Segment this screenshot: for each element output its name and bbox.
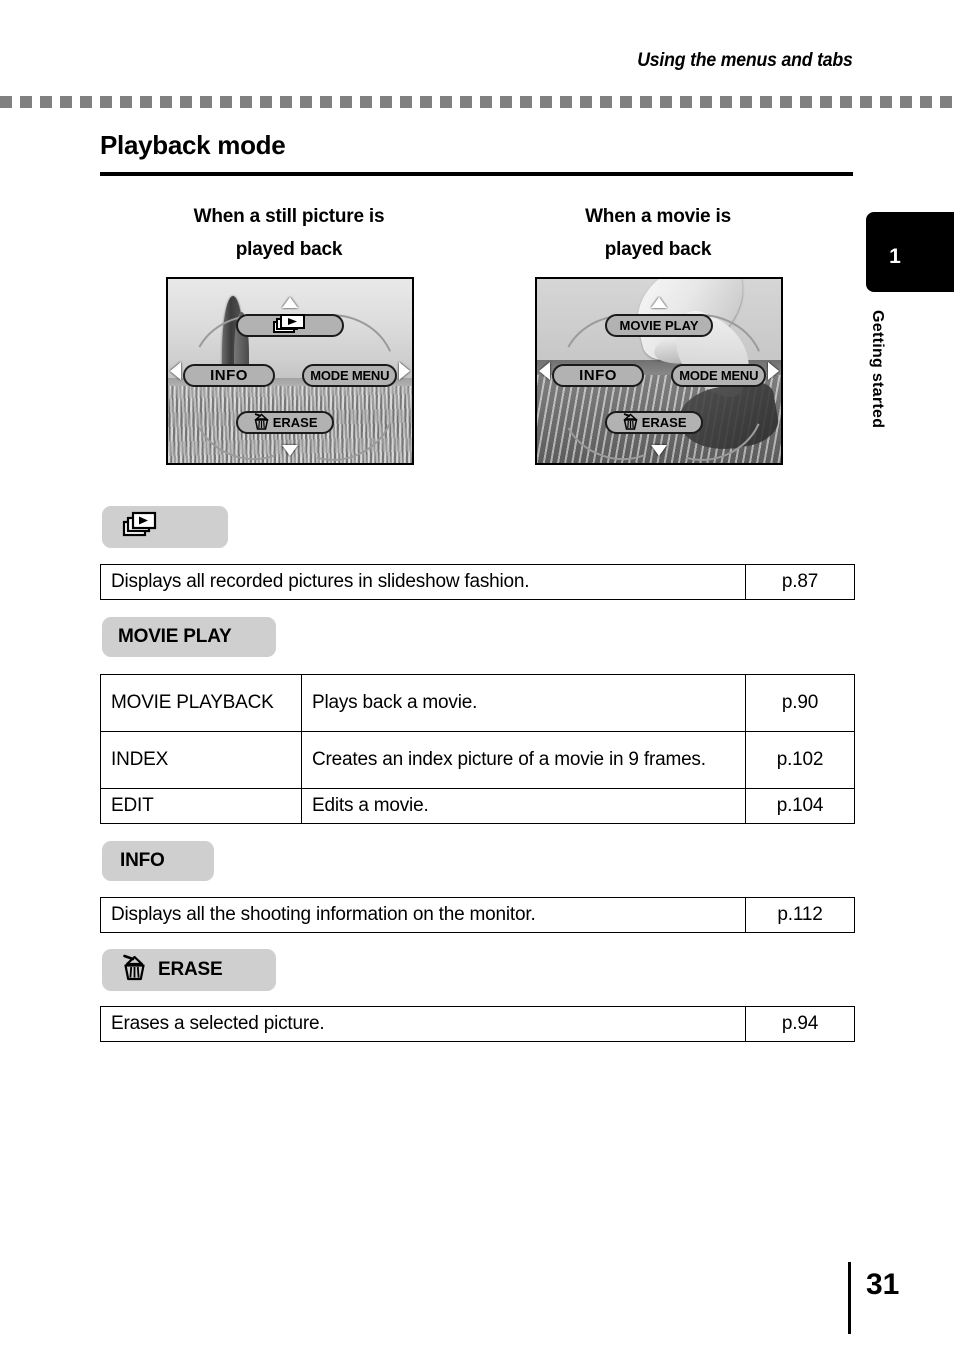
erase-section-badge-label: ERASE [158, 959, 223, 980]
still-lcd-info-label: INFO [210, 366, 248, 384]
chapter-tab-label: Getting started [869, 310, 886, 429]
page-title: Playback mode [100, 130, 286, 160]
movie-lcd-mode-menu-button[interactable]: MODE MENU [671, 363, 767, 387]
title-underline [100, 172, 853, 176]
movie-screen-caption-line1: When a movie is [585, 206, 731, 227]
movie-playback-page-cell[interactable]: p.90 [745, 674, 855, 732]
slideshow-page-cell[interactable]: p.87 [745, 564, 855, 600]
running-head: Using the menus and tabs [637, 50, 854, 71]
table-row: INDEX Creates an index picture of a movi… [100, 731, 855, 789]
info-table: Displays all the shooting information on… [100, 897, 855, 933]
edit-name-cell: EDIT [100, 788, 302, 824]
still-lcd-erase-button[interactable]: ERASE [236, 411, 334, 435]
table-row: EDIT Edits a movie. p.104 [100, 788, 855, 824]
movie-lcd-erase-label: ERASE [641, 415, 687, 431]
still-lcd-mode-menu-button[interactable]: MODE MENU [302, 363, 398, 387]
index-page-cell[interactable]: p.102 [745, 731, 855, 789]
still-lcd-mode-menu-label: MODE MENU [310, 367, 390, 383]
erase-page-cell[interactable]: p.94 [745, 1006, 855, 1042]
info-section-badge-label: INFO [120, 850, 165, 871]
edit-page-cell[interactable]: p.104 [745, 788, 855, 824]
dpad-left-arrow-icon [170, 362, 182, 380]
info-page-cell[interactable]: p.112 [745, 897, 855, 933]
dpad-up-arrow-icon [282, 297, 298, 309]
movie-lcd-info-label: INFO [579, 366, 617, 384]
table-row: Displays all recorded pictures in slides… [100, 564, 855, 600]
footer-rule [848, 1262, 851, 1334]
info-desc-cell: Displays all the shooting information on… [100, 897, 746, 933]
movie-lcd-mode-menu-label: MODE MENU [679, 367, 759, 383]
movie-playback-name-cell: MOVIE PLAYBACK [100, 674, 302, 732]
erase-trash-icon [122, 953, 148, 987]
slideshow-icon [272, 314, 307, 336]
slideshow-icon [122, 510, 158, 544]
slideshow-section-badge [102, 506, 228, 548]
table-row: MOVIE PLAYBACK Plays back a movie. p.90 [100, 674, 855, 732]
chapter-tab-number: 1 [889, 245, 901, 268]
erase-section-badge: ERASE [102, 949, 276, 991]
dpad-left-arrow-icon [539, 362, 551, 380]
edit-desc-cell: Edits a movie. [301, 788, 746, 824]
still-screen-caption-line2: played back [235, 239, 343, 260]
index-name-cell: INDEX [100, 731, 302, 789]
index-desc-cell: Creates an index picture of a movie in 9… [301, 731, 746, 789]
still-screen-caption-line1: When a still picture is [193, 206, 385, 227]
dpad-right-arrow-icon [398, 362, 410, 380]
movie-lcd-screen: MOVIE PLAY INFO MODE MENU ERASE [535, 277, 783, 465]
erase-table: Erases a selected picture. p.94 [100, 1006, 855, 1042]
page-number: 31 [866, 1268, 900, 1301]
still-lcd-erase-label: ERASE [272, 415, 318, 431]
still-screen-caption: When a still picture is played back [144, 200, 434, 266]
info-section-badge: INFO [102, 841, 214, 881]
table-row: Erases a selected picture. p.94 [100, 1006, 855, 1042]
table-row: Displays all the shooting information on… [100, 897, 855, 933]
still-picture-lcd-screen: INFO MODE MENU ERASE [166, 277, 414, 465]
dashed-divider [0, 96, 954, 108]
movie-playback-desc-cell: Plays back a movie. [301, 674, 746, 732]
erase-trash-icon [253, 412, 270, 433]
still-lcd-info-button[interactable]: INFO [182, 363, 276, 387]
slideshow-table: Displays all recorded pictures in slides… [100, 564, 855, 600]
movie-lcd-movie-play-button[interactable]: MOVIE PLAY [605, 313, 713, 337]
movie-lcd-movie-play-label: MOVIE PLAY [619, 317, 699, 333]
movie-play-section-badge: MOVIE PLAY [102, 617, 276, 657]
dpad-down-arrow-icon [282, 444, 298, 456]
movie-screen-caption-line2: played back [604, 239, 712, 260]
movie-screen-caption: When a movie is played back [513, 200, 803, 266]
still-lcd-overlay: INFO MODE MENU ERASE [168, 279, 412, 463]
still-lcd-slideshow-button[interactable] [236, 313, 344, 337]
erase-trash-icon [622, 412, 639, 433]
dpad-right-arrow-icon [767, 362, 779, 380]
dpad-down-arrow-icon [651, 444, 667, 456]
movie-play-table: MOVIE PLAYBACK Plays back a movie. p.90 … [100, 674, 855, 824]
slideshow-desc-cell: Displays all recorded pictures in slides… [100, 564, 746, 600]
movie-lcd-overlay: MOVIE PLAY INFO MODE MENU ERASE [537, 279, 781, 463]
dpad-up-arrow-icon [651, 297, 667, 309]
movie-play-section-badge-label: MOVIE PLAY [118, 626, 232, 647]
erase-desc-cell: Erases a selected picture. [100, 1006, 746, 1042]
movie-lcd-info-button[interactable]: INFO [551, 363, 645, 387]
movie-lcd-erase-button[interactable]: ERASE [605, 411, 703, 435]
